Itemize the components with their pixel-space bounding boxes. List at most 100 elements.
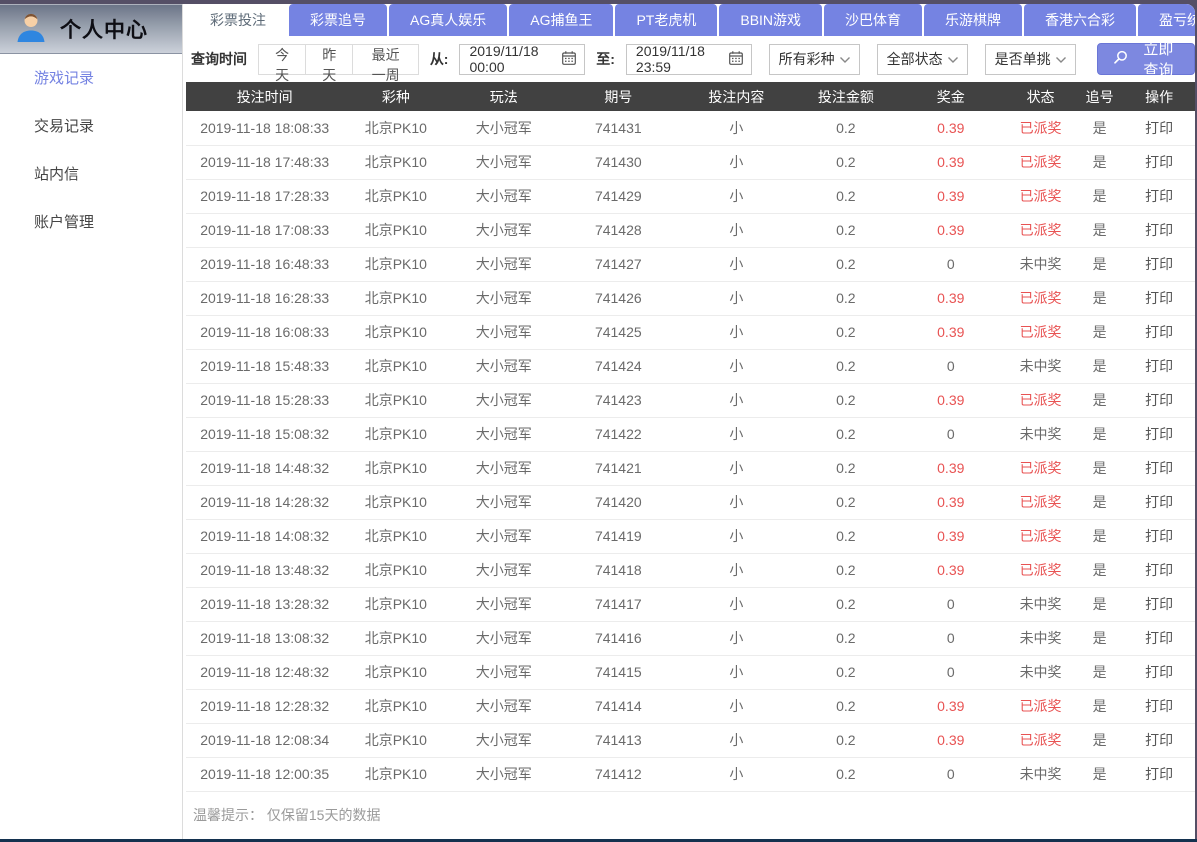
cell-issue: 741422	[559, 417, 677, 451]
column-header: 状态	[1005, 82, 1076, 111]
tab[interactable]: 香港六合彩	[1024, 4, 1136, 36]
cell-status: 已派奖	[1005, 281, 1076, 315]
cell-status: 已派奖	[1005, 315, 1076, 349]
tab[interactable]: AG真人娱乐	[389, 4, 507, 36]
quick-range-button[interactable]: 最近一周	[352, 44, 418, 75]
cell-bet-content: 小	[677, 213, 795, 247]
from-label: 从:	[430, 49, 449, 69]
cell-prize: 0.39	[896, 383, 1005, 417]
tab[interactable]: AG捕鱼王	[509, 4, 613, 36]
quick-range-button[interactable]: 今天	[258, 44, 306, 75]
print-link[interactable]: 打印	[1145, 664, 1173, 680]
table-row: 2019-11-18 16:28:33 北京PK10 大小冠军 741426 小…	[186, 281, 1195, 315]
cell-bet-content: 小	[677, 451, 795, 485]
cell-chase: 是	[1076, 213, 1123, 247]
table-row: 2019-11-18 17:28:33 北京PK10 大小冠军 741429 小…	[186, 179, 1195, 213]
cell-bet-time: 2019-11-18 17:48:33	[186, 145, 343, 179]
cell-play-type: 大小冠军	[448, 349, 559, 383]
cell-action: 打印	[1123, 451, 1195, 485]
cell-lottery: 北京PK10	[343, 757, 448, 791]
cell-bet-content: 小	[677, 349, 795, 383]
print-link[interactable]: 打印	[1145, 392, 1173, 408]
cell-issue: 741412	[559, 757, 677, 791]
sidebar-item[interactable]: 交易记录	[0, 103, 182, 151]
print-link[interactable]: 打印	[1145, 732, 1173, 748]
cell-prize: 0.39	[896, 519, 1005, 553]
tab[interactable]: 彩票追号	[289, 4, 387, 36]
column-header: 彩种	[343, 82, 448, 111]
cell-lottery: 北京PK10	[343, 349, 448, 383]
cell-issue: 741424	[559, 349, 677, 383]
cell-play-type: 大小冠军	[448, 315, 559, 349]
sidebar-item[interactable]: 账户管理	[0, 199, 182, 247]
tab[interactable]: 盈亏统计	[1138, 4, 1195, 36]
search-icon	[1112, 49, 1129, 70]
quick-range-button[interactable]: 昨天	[305, 44, 353, 75]
sidebar-item[interactable]: 站内信	[0, 151, 182, 199]
tab[interactable]: PT老虎机	[615, 4, 717, 36]
cell-issue: 741418	[559, 553, 677, 587]
cell-lottery: 北京PK10	[343, 451, 448, 485]
cell-play-type: 大小冠军	[448, 485, 559, 519]
filter-select[interactable]: 是否单挑	[985, 44, 1076, 75]
table-row: 2019-11-18 15:48:33 北京PK10 大小冠军 741424 小…	[186, 349, 1195, 383]
to-date-input[interactable]: 2019/11/18 23:59	[626, 44, 752, 75]
tab[interactable]: BBIN游戏	[719, 4, 822, 36]
cell-chase: 是	[1076, 519, 1123, 553]
cell-prize: 0.39	[896, 485, 1005, 519]
cell-bet-amount: 0.2	[795, 281, 896, 315]
print-link[interactable]: 打印	[1145, 630, 1173, 646]
cell-chase: 是	[1076, 383, 1123, 417]
print-link[interactable]: 打印	[1145, 154, 1173, 170]
print-link[interactable]: 打印	[1145, 528, 1173, 544]
filter-select[interactable]: 所有彩种	[769, 44, 860, 75]
cell-bet-time: 2019-11-18 17:28:33	[186, 179, 343, 213]
cell-issue: 741415	[559, 655, 677, 689]
cell-bet-content: 小	[677, 315, 795, 349]
table-row: 2019-11-18 12:48:32 北京PK10 大小冠军 741415 小…	[186, 655, 1195, 689]
sidebar-item[interactable]: 游戏记录	[0, 55, 182, 103]
cell-action: 打印	[1123, 757, 1195, 791]
print-link[interactable]: 打印	[1145, 596, 1173, 612]
cell-status: 已派奖	[1005, 485, 1076, 519]
print-link[interactable]: 打印	[1145, 358, 1173, 374]
cell-prize: 0	[896, 349, 1005, 383]
cell-action: 打印	[1123, 689, 1195, 723]
table-row: 2019-11-18 17:08:33 北京PK10 大小冠军 741428 小…	[186, 213, 1195, 247]
from-date-value: 2019/11/18 00:00	[469, 43, 561, 75]
print-link[interactable]: 打印	[1145, 256, 1173, 272]
cell-status: 已派奖	[1005, 451, 1076, 485]
cell-chase: 是	[1076, 349, 1123, 383]
cell-prize: 0.39	[896, 723, 1005, 757]
print-link[interactable]: 打印	[1145, 120, 1173, 136]
print-link[interactable]: 打印	[1145, 222, 1173, 238]
cell-chase: 是	[1076, 281, 1123, 315]
query-button[interactable]: 立即查询	[1097, 43, 1195, 75]
print-link[interactable]: 打印	[1145, 494, 1173, 510]
tab[interactable]: 彩票投注	[189, 4, 287, 36]
print-link[interactable]: 打印	[1145, 698, 1173, 714]
print-link[interactable]: 打印	[1145, 188, 1173, 204]
tab[interactable]: 沙巴体育	[824, 4, 922, 36]
cell-prize: 0.39	[896, 111, 1005, 145]
print-link[interactable]: 打印	[1145, 562, 1173, 578]
print-link[interactable]: 打印	[1145, 766, 1173, 782]
cell-play-type: 大小冠军	[448, 145, 559, 179]
cell-status: 已派奖	[1005, 519, 1076, 553]
cell-bet-time: 2019-11-18 16:48:33	[186, 247, 343, 281]
tab[interactable]: 乐游棋牌	[924, 4, 1022, 36]
from-date-input[interactable]: 2019/11/18 00:00	[459, 44, 585, 75]
print-link[interactable]: 打印	[1145, 290, 1173, 306]
user-avatar-icon	[14, 9, 48, 48]
filter-select[interactable]: 全部状态	[877, 44, 968, 75]
print-link[interactable]: 打印	[1145, 460, 1173, 476]
column-header: 玩法	[448, 82, 559, 111]
cell-issue: 741427	[559, 247, 677, 281]
column-header: 投注内容	[677, 82, 795, 111]
calendar-icon[interactable]	[728, 50, 744, 69]
cell-action: 打印	[1123, 179, 1195, 213]
calendar-icon[interactable]	[561, 50, 577, 69]
cell-chase: 是	[1076, 179, 1123, 213]
print-link[interactable]: 打印	[1145, 426, 1173, 442]
print-link[interactable]: 打印	[1145, 324, 1173, 340]
